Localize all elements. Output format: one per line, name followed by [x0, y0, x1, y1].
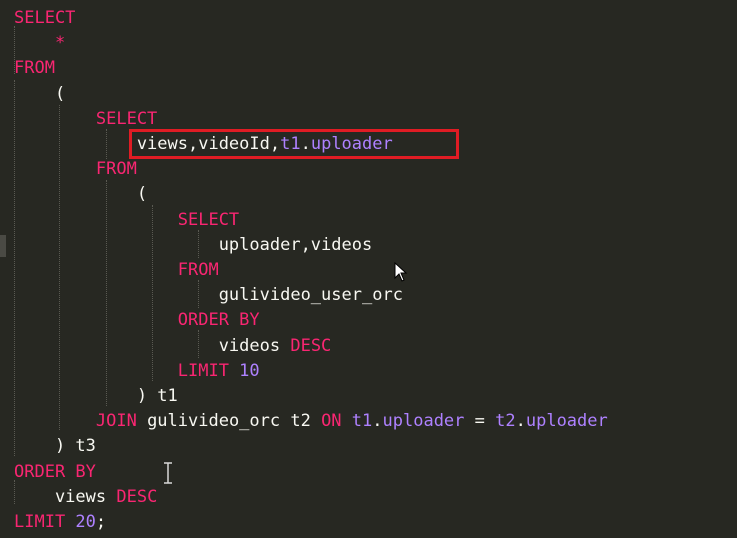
ibeam-cursor-icon: [164, 462, 172, 484]
code-token: FROM: [14, 260, 219, 280]
code-line[interactable]: ORDER BY: [14, 308, 260, 332]
code-token: ON: [321, 411, 352, 432]
code-line[interactable]: FROM: [14, 56, 55, 80]
code-token: LIMIT: [14, 512, 76, 532]
code-token: ) t3: [14, 436, 96, 457]
code-token: uploader: [382, 411, 465, 432]
code-token: gulivideo_orc t2: [147, 411, 322, 432]
selection-highlight-box: [129, 129, 459, 159]
code-token: (: [14, 184, 148, 205]
code-line[interactable]: uploader,videos: [14, 233, 373, 257]
code-line[interactable]: *: [14, 31, 65, 55]
code-token: .: [372, 411, 383, 432]
code-line[interactable]: JOIN gulivideo_orc t2 ON t1.uploader = t…: [14, 409, 608, 433]
code-line[interactable]: ) t3: [14, 434, 96, 458]
code-token: views: [14, 486, 117, 507]
current-line-gutter-marker: [0, 235, 6, 257]
code-token: uploader,videos: [14, 234, 373, 255]
code-token: ORDER BY: [14, 310, 260, 331]
code-token: (: [14, 83, 66, 104]
code-token: FROM: [14, 159, 137, 180]
code-line[interactable]: (: [14, 82, 65, 106]
code-token: gulivideo_user_orc: [14, 285, 403, 306]
code-token: 10: [239, 360, 260, 381]
code-line[interactable]: views DESC: [14, 485, 157, 509]
code-token: t1: [351, 411, 373, 432]
code-line[interactable]: SELECT: [14, 208, 239, 232]
code-line[interactable]: ORDER BY: [14, 460, 96, 484]
code-token: DESC: [116, 486, 158, 507]
code-line[interactable]: gulivideo_user_orc: [14, 283, 403, 307]
code-line[interactable]: LIMIT 20;: [14, 510, 106, 534]
code-token: 20: [75, 512, 96, 532]
code-token: t2: [495, 411, 516, 432]
code-token: ;: [95, 512, 107, 532]
code-line[interactable]: LIMIT 10: [14, 359, 260, 383]
code-token: SELECT: [14, 108, 158, 129]
code-token: FROM: [14, 58, 55, 79]
code-token: =: [464, 411, 496, 432]
sql-code-editor[interactable]: SELECT * FROM ( SELECT views,videoId,t1.u…: [0, 0, 737, 538]
code-token: LIMIT: [14, 360, 240, 381]
code-token: videos: [14, 335, 291, 356]
code-token: SELECT: [14, 209, 240, 230]
code-line[interactable]: videos DESC: [14, 334, 332, 358]
code-token: *: [14, 33, 66, 54]
code-token: .: [515, 411, 526, 432]
code-token: JOIN: [14, 411, 148, 432]
code-token: ORDER BY: [14, 461, 96, 482]
code-token: uploader: [525, 411, 608, 432]
code-token: ) t1: [14, 386, 178, 406]
code-token: SELECT: [14, 8, 76, 28]
code-line[interactable]: SELECT: [14, 107, 157, 131]
arrow-cursor-icon: [394, 262, 408, 282]
code-line[interactable]: SELECT: [14, 6, 75, 30]
code-line[interactable]: (: [14, 182, 147, 206]
code-token: DESC: [290, 335, 332, 356]
code-line[interactable]: ) t1: [14, 384, 178, 408]
code-line[interactable]: FROM: [14, 258, 219, 282]
code-line[interactable]: FROM: [14, 157, 137, 181]
